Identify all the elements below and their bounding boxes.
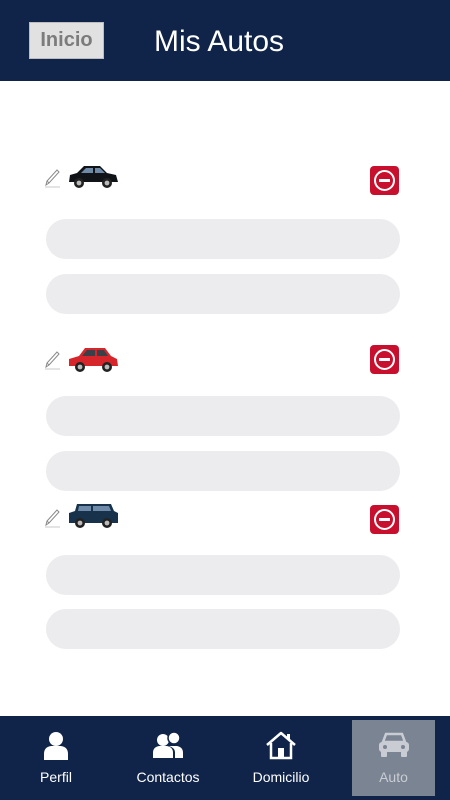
remove-car-button[interactable] — [370, 345, 399, 374]
tab-domicilio[interactable]: Domicilio — [225, 716, 337, 800]
car-entry — [0, 340, 450, 500]
remove-circle-icon — [374, 170, 395, 191]
bottom-tab-bar: Perfil Contactos Domicilio Auto — [0, 716, 450, 800]
car-field-2[interactable] — [46, 609, 400, 649]
car-entry — [0, 160, 450, 320]
remove-car-button[interactable] — [370, 505, 399, 534]
car-field-1[interactable] — [46, 396, 400, 436]
edit-pencil-icon[interactable] — [43, 508, 61, 528]
dark-blue-suv-car-icon — [69, 504, 118, 528]
remove-car-button[interactable] — [370, 166, 399, 195]
remove-circle-icon — [374, 349, 395, 370]
car-field-2[interactable] — [46, 274, 400, 314]
tab-label: Perfil — [40, 769, 72, 785]
black-sedan-car-icon — [69, 166, 118, 188]
tab-auto[interactable]: Auto — [352, 720, 435, 796]
contacts-icon — [153, 731, 183, 758]
car-field-2[interactable] — [46, 451, 400, 491]
edit-pencil-icon[interactable] — [43, 168, 61, 188]
person-icon — [44, 732, 68, 760]
tab-contactos[interactable]: Contactos — [112, 716, 224, 800]
tab-label: Domicilio — [252, 769, 310, 785]
edit-pencil-icon[interactable] — [43, 350, 61, 370]
remove-circle-icon — [374, 509, 395, 530]
car-field-1[interactable] — [46, 219, 400, 259]
app-header: Inicio Mis Autos — [0, 0, 450, 81]
tab-label: Auto — [379, 769, 408, 785]
home-button[interactable]: Inicio — [29, 22, 104, 59]
car-entry — [0, 500, 450, 660]
red-hatchback-car-icon — [69, 348, 118, 372]
tab-perfil[interactable]: Perfil — [0, 716, 112, 800]
tab-label: Contactos — [136, 769, 200, 785]
house-icon — [266, 731, 296, 760]
car-field-1[interactable] — [46, 555, 400, 595]
page-title: Mis Autos — [154, 25, 285, 58]
car-icon — [378, 732, 409, 757]
